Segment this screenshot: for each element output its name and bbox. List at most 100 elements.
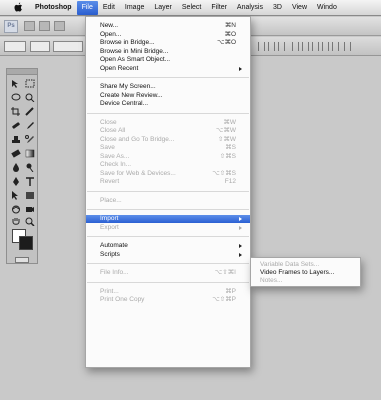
lasso-tool-icon[interactable]	[10, 92, 22, 103]
submenu-arrow-icon	[239, 244, 242, 248]
submenu-item-video-frames-to-layers[interactable]: Video Frames to Layers...	[251, 269, 360, 277]
menu-item-label: Share My Screen...	[100, 83, 156, 90]
menu-windo[interactable]: Windo	[312, 1, 342, 15]
menu-item-label: Open...	[100, 30, 122, 38]
marquee-tool-icon[interactable]	[24, 78, 36, 89]
path-selection-tool-icon[interactable]	[10, 190, 22, 201]
menu-separator	[87, 112, 249, 114]
menu-item-new[interactable]: New... ⌘N	[86, 22, 250, 30]
distribute-bottom-icon[interactable]	[312, 42, 319, 51]
menu-item-open-as-smart-object[interactable]: Open As Smart Object...	[86, 56, 250, 64]
move-tool-icon[interactable]	[10, 78, 22, 89]
menu-photoshop[interactable]: Photoshop	[30, 1, 77, 15]
arrange-documents-button[interactable]	[54, 21, 65, 31]
auto-select-dropdown[interactable]	[53, 41, 83, 52]
distribute-left-icon[interactable]	[322, 42, 329, 51]
3d-rotate-tool-icon[interactable]	[10, 204, 22, 215]
menu-item-shortcut: ⇧⌘W	[217, 135, 236, 143]
menu-item-label: Print One Copy	[100, 296, 145, 303]
menu-item-browse-in-bridge[interactable]: Browse in Bridge... ⌥⌘O	[86, 39, 250, 47]
menu-item-file-info: File Info... ⌥⇧⌘I	[86, 269, 250, 277]
submenu-arrow-icon	[239, 217, 242, 221]
type-tool-icon[interactable]	[24, 176, 36, 187]
submenu-arrow-icon	[239, 66, 242, 71]
menu-item-import[interactable]: Import	[86, 215, 250, 223]
tool-preset-picker[interactable]	[4, 41, 26, 52]
clone-stamp-tool-icon[interactable]	[10, 134, 22, 145]
menu-view[interactable]: View	[287, 1, 312, 15]
menu-item-create-new-review[interactable]: Create New Review...	[86, 92, 250, 100]
menu-item-revert: Revert F12	[86, 178, 250, 186]
menu-item-automate[interactable]: Automate	[86, 242, 250, 250]
menu-item-label: Close All	[100, 127, 126, 134]
menu-item-label: Revert	[100, 178, 120, 185]
menu-item-browse-in-mini-bridge[interactable]: Browse in Mini Bridge...	[86, 48, 250, 56]
menu-item-shortcut: ⌥⌘W	[215, 127, 236, 134]
pen-tool-icon[interactable]	[10, 176, 22, 187]
blur-tool-icon[interactable]	[10, 162, 22, 173]
quick-selection-tool-icon[interactable]	[24, 92, 36, 103]
menu-item-label: Open Recent	[100, 64, 139, 72]
menu-3d[interactable]: 3D	[268, 1, 287, 15]
menu-item-label: Close and Go To Bridge...	[100, 135, 175, 143]
distribute-middle-icon[interactable]	[302, 42, 309, 51]
menu-item-shortcut: ⇧⌘S	[219, 152, 236, 160]
align-middle-icon[interactable]	[268, 42, 275, 51]
background-color-swatch[interactable]	[19, 236, 33, 250]
align-bottom-icon[interactable]	[278, 42, 285, 51]
quick-mask-button[interactable]	[15, 257, 29, 263]
distribute-center-icon[interactable]	[332, 42, 339, 51]
menu-item-save: Save ⌘S	[86, 144, 250, 152]
menu-item-label: Save As...	[100, 152, 130, 160]
menu-item-share-my-screen[interactable]: Share My Screen...	[86, 83, 250, 91]
history-brush-tool-icon[interactable]	[24, 134, 36, 145]
distribute-top-icon[interactable]	[292, 42, 299, 51]
eraser-tool-icon[interactable]	[10, 148, 22, 159]
launch-bridge-button[interactable]	[24, 21, 35, 31]
menu-item-label: Import	[100, 215, 119, 222]
menu-item-shortcut: ⌥⇧⌘I	[214, 269, 236, 276]
gradient-tool-icon[interactable]	[24, 148, 36, 159]
menu-item-open-recent[interactable]: Open Recent	[86, 65, 250, 73]
menu-item-device-central[interactable]: Device Central...	[86, 100, 250, 108]
3d-camera-tool-icon[interactable]	[24, 204, 36, 215]
menu-item-scripts[interactable]: Scripts	[86, 251, 250, 259]
menu-layer[interactable]: Layer	[149, 1, 177, 15]
launch-mini-bridge-button[interactable]	[39, 21, 50, 31]
menu-item-shortcut: ⌘S	[225, 144, 236, 151]
menu-item-shortcut: ⌥⇧⌘S	[212, 169, 236, 177]
align-top-icon[interactable]	[258, 42, 265, 51]
menu-item-label: New...	[100, 22, 119, 29]
brush-tool-icon[interactable]	[24, 120, 36, 131]
auto-select-checkbox[interactable]	[30, 41, 50, 52]
hand-tool-icon[interactable]	[10, 216, 22, 227]
menu-separator	[87, 77, 249, 78]
menu-file[interactable]: File	[76, 0, 98, 15]
submenu-item-variable-data-sets: Variable Data Sets...	[260, 261, 320, 268]
menu-item-label: Print...	[100, 287, 119, 295]
menu-item-label: Place...	[100, 196, 122, 204]
menu-item-close-all: Close All ⌥⌘W	[86, 127, 250, 135]
shape-tool-icon[interactable]	[24, 190, 36, 201]
zoom-tool-icon[interactable]	[24, 216, 36, 227]
menu-item-label: Browse in Mini Bridge...	[100, 47, 169, 55]
apple-logo-icon[interactable]	[12, 2, 24, 14]
menu-item-open[interactable]: Open... ⌘O	[86, 31, 250, 39]
menu-analysis[interactable]: Analysis	[232, 1, 268, 15]
tools-panel-grip[interactable]	[7, 69, 37, 75]
menu-item-shortcut: ⌥⇧⌘P	[212, 296, 236, 303]
crop-tool-icon[interactable]	[10, 106, 22, 117]
menu-select[interactable]: Select	[177, 1, 206, 15]
healing-brush-tool-icon[interactable]	[10, 120, 22, 131]
eyedropper-tool-icon[interactable]	[24, 106, 36, 117]
menu-edit[interactable]: Edit	[98, 1, 120, 15]
menu-separator	[87, 190, 249, 192]
menu-item-save-for-web-and-devices: Save for Web & Devices... ⌥⇧⌘S	[86, 170, 250, 178]
menu-item-label: Save for Web & Devices...	[100, 169, 176, 177]
dodge-tool-icon[interactable]	[24, 162, 36, 173]
menu-filter[interactable]: Filter	[206, 1, 232, 15]
menu-item-shortcut: ⌘O	[224, 30, 236, 38]
photoshop-logo: Ps	[4, 20, 18, 33]
menu-image[interactable]: Image	[120, 1, 149, 15]
auto-align-layers-icon[interactable]	[344, 42, 351, 51]
